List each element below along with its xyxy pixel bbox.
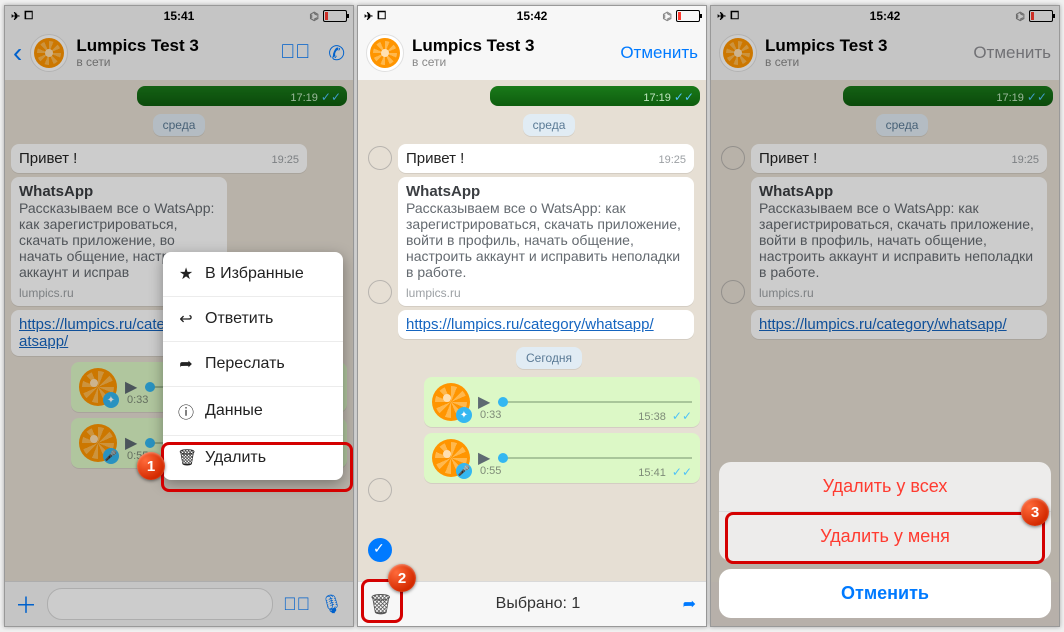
chat-header: Lumpics Test 3 в сети Отменить: [358, 26, 706, 81]
voice-duration: 0:55: [480, 465, 501, 479]
cancel-button[interactable]: Отменить: [620, 43, 698, 63]
sheet-cancel-button[interactable]: Отменить: [719, 569, 1051, 618]
screen-2: ✈ ⧠ 15:42 ⌬ Lumpics Test 3 в сети Отменит…: [357, 5, 707, 627]
msg-hello[interactable]: Привет ! 19:25: [398, 144, 694, 173]
sent-image-msg[interactable]: 17:19✓✓: [490, 86, 700, 106]
delete-for-everyone-button[interactable]: Удалить у всех: [719, 462, 1051, 512]
ctx-favorite[interactable]: ★ В Избранные: [163, 252, 343, 297]
forward-icon[interactable]: ➦: [683, 594, 696, 614]
audio-track[interactable]: [498, 457, 692, 459]
mic-icon: ✦: [456, 407, 472, 423]
ctx-label: Данные: [205, 402, 263, 420]
action-sheet: Удалить у всех Удалить у меня Отменить: [719, 462, 1051, 618]
voice-msg-2[interactable]: 🎤 ▶ 0:5515:41 ✓✓: [424, 433, 700, 483]
preview-desc: Рассказываем все о WatsApp: как зарегист…: [406, 200, 686, 280]
trash-icon: 🗑: [177, 448, 195, 468]
header-title-block[interactable]: Lumpics Test 3 в сети: [412, 37, 612, 69]
status-time: 15:42: [517, 9, 548, 23]
delete-for-me-button[interactable]: Удалить у меня: [719, 512, 1051, 561]
read-ticks-icon: ✓✓: [672, 465, 692, 479]
reply-icon: ↩: [177, 309, 195, 329]
voice-duration: 0:33: [480, 409, 501, 423]
annotation-1: 1: [137, 452, 165, 480]
voice-time: 15:38: [638, 411, 666, 423]
annotation-2: 2: [388, 564, 416, 592]
select-circle[interactable]: [368, 280, 392, 304]
msg-time: 19:25: [658, 154, 686, 166]
select-circle[interactable]: [368, 478, 392, 502]
read-ticks-icon: ✓✓: [674, 90, 694, 104]
select-circle-checked[interactable]: [368, 538, 392, 562]
contact-status: в сети: [412, 56, 612, 69]
avatar[interactable]: [366, 34, 404, 72]
annotation-3: 3: [1021, 498, 1049, 526]
info-icon: ⓘ: [177, 399, 195, 423]
day-badge-today: Сегодня: [516, 347, 582, 369]
read-ticks-icon: ✓✓: [672, 409, 692, 423]
day-badge: среда: [523, 114, 576, 136]
ctx-label: В Избранные: [205, 265, 304, 283]
orange-icon: [370, 38, 400, 68]
ctx-label: Переслать: [205, 355, 285, 373]
ctx-forward[interactable]: ➦ Переслать: [163, 342, 343, 387]
voice-time: 15:41: [638, 467, 666, 479]
msg-link[interactable]: https://lumpics.ru/category/whatsapp/: [398, 310, 694, 339]
ctx-label: Ответить: [205, 310, 273, 328]
screen-1: ✈⧠ 15:41 ⌬ ‹ Lumpics Test 3 в сети ▢⃞ ✆ …: [4, 5, 354, 627]
link-url[interactable]: https://lumpics.ru/category/whatsapp/: [406, 316, 654, 333]
msg-link-preview[interactable]: WhatsApp Рассказываем все о WatsApp: как…: [398, 177, 694, 306]
battery-icon: [676, 10, 700, 22]
trash-icon[interactable]: 🗑: [368, 592, 393, 617]
msg-time: 17:19: [643, 92, 671, 104]
star-icon: ★: [177, 264, 195, 284]
audio-track[interactable]: [498, 401, 692, 403]
forward-icon: ➦: [177, 354, 195, 374]
mic-icon: 🎤: [456, 463, 472, 479]
wifi-icon: ⧠: [377, 10, 386, 23]
ctx-delete[interactable]: 🗑 Удалить: [163, 436, 343, 480]
context-menu: ★ В Избранные ↩ Ответить ➦ Переслать ⓘ Данны…: [163, 252, 343, 480]
status-bar: ✈ ⧠ 15:42 ⌬: [358, 6, 706, 26]
airplane-icon: ✈: [364, 10, 373, 23]
voice-msg-1[interactable]: ✦ ▶ 0:3315:38 ✓✓: [424, 377, 700, 427]
screen-3: ✈⧠ 15:42 ⌬ Lumpics Test 3 в сети Отменит…: [710, 5, 1060, 627]
contact-name: Lumpics Test 3: [412, 37, 612, 56]
preview-title: WhatsApp: [406, 183, 686, 200]
ctx-info[interactable]: ⓘ Данные: [163, 387, 343, 436]
chat-body[interactable]: 17:19✓✓ среда Привет ! 19:25 WhatsApp Ра…: [358, 80, 706, 582]
select-circle[interactable]: [368, 146, 392, 170]
selected-count: Выбрано: 1: [407, 595, 668, 613]
ctx-reply[interactable]: ↩ Ответить: [163, 297, 343, 342]
msg-text: Привет !: [406, 150, 464, 167]
bluetooth-icon: ⌬: [662, 10, 672, 23]
preview-source: lumpics.ru: [406, 286, 686, 300]
ctx-label: Удалить: [205, 449, 266, 467]
